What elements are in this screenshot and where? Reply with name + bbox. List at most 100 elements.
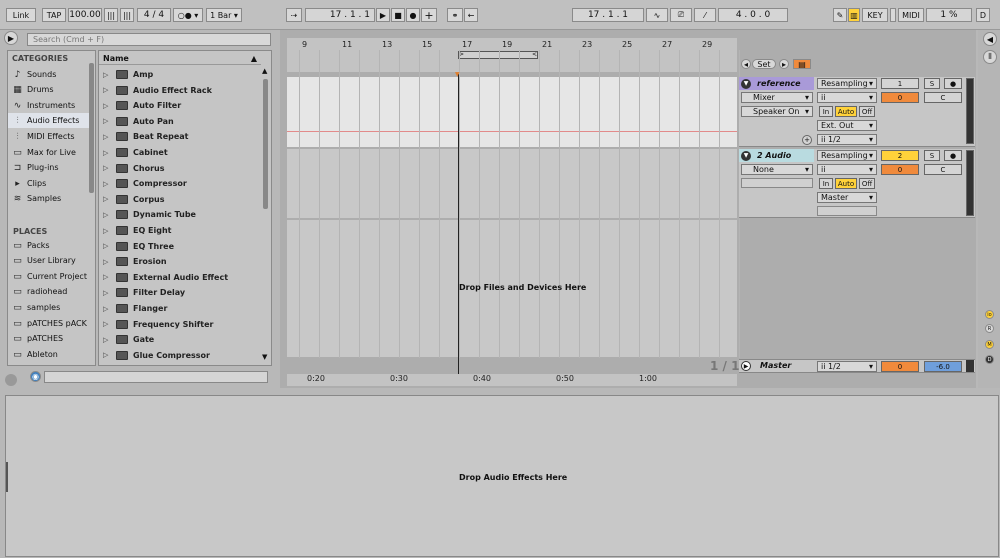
- monitor-routing-dropdown[interactable]: Mixer ▾: [741, 92, 813, 103]
- expand-icon[interactable]: ▷: [103, 86, 113, 94]
- track-title-bar[interactable]: ▼ 2 Audio: [739, 149, 814, 162]
- browser-item[interactable]: ▷ Erosion: [99, 254, 261, 269]
- name-column-header[interactable]: Name ▲: [99, 53, 261, 65]
- loop-brace[interactable]: > <: [458, 51, 538, 59]
- place-packs[interactable]: ▭ Packs: [8, 238, 92, 253]
- category-midi-effects[interactable]: ⫶ MIDI Effects: [8, 129, 92, 144]
- expand-icon[interactable]: ▷: [103, 305, 113, 313]
- fold-icon[interactable]: ▼: [741, 150, 751, 161]
- reference-track-lane[interactable]: [287, 77, 737, 147]
- position-field[interactable]: 17 . 1 . 1: [305, 8, 375, 22]
- prev-locator-icon[interactable]: ◂: [741, 59, 751, 69]
- category-drums[interactable]: ▦ Drums: [8, 82, 92, 97]
- beat-ruler[interactable]: 9 11 13 15 17 19 21 23 25 27 29 > <: [287, 38, 737, 72]
- delay-toggle-icon[interactable]: D: [985, 355, 994, 364]
- master-fold-icon[interactable]: ▶: [741, 361, 751, 371]
- monitor-off-button[interactable]: Off: [859, 178, 875, 189]
- quantize-dropdown[interactable]: 1 Bar ▾: [206, 8, 242, 22]
- monitor-auto-button[interactable]: Auto: [835, 178, 857, 189]
- follow-icon[interactable]: ⇢: [286, 8, 302, 22]
- browser-item[interactable]: ▷ Audio Effect Rack: [99, 83, 261, 98]
- browser-item[interactable]: ▷ Amp: [99, 67, 261, 82]
- browser-item[interactable]: ▷ Flanger: [99, 301, 261, 316]
- mixer-toggle-icon[interactable]: M: [985, 340, 994, 349]
- play-icon[interactable]: ▶: [376, 8, 390, 22]
- place-patches-pack[interactable]: ▭ pATCHES pACK: [8, 316, 92, 331]
- expand-icon[interactable]: ▷: [103, 117, 113, 125]
- return-toggle-icon[interactable]: R: [985, 324, 994, 333]
- expand-icon[interactable]: ▷: [103, 102, 113, 110]
- preview-icon[interactable]: ◉: [30, 371, 41, 382]
- browser-item[interactable]: ▷ Beat Repeat: [99, 129, 261, 144]
- stop-icon[interactable]: ■: [391, 8, 405, 22]
- volume-field[interactable]: 0: [881, 164, 919, 175]
- category-samples[interactable]: ≋ Samples: [8, 191, 92, 206]
- nudge-icon[interactable]: |||: [104, 8, 118, 22]
- solo-button[interactable]: S: [924, 78, 940, 89]
- device-view-handle[interactable]: [6, 462, 12, 492]
- track-title-bar[interactable]: ▼ reference: [739, 77, 814, 90]
- loop-start-field[interactable]: 17 . 1 . 1: [572, 8, 644, 22]
- browser-item[interactable]: ▷ Auto Pan: [99, 114, 261, 129]
- link-button[interactable]: Link: [6, 8, 36, 22]
- loop-length-field[interactable]: 4 . 0 . 0: [718, 8, 788, 22]
- browser-item[interactable]: ▷ Frequency Shifter: [99, 317, 261, 332]
- browser-item[interactable]: ▷ Gate: [99, 332, 261, 347]
- chooser-toggle-icon[interactable]: ◀: [983, 32, 997, 46]
- expand-icon[interactable]: ▷: [103, 227, 113, 235]
- meter-field[interactable]: 4 / 4: [137, 8, 171, 22]
- browser-item[interactable]: ▷ Dynamic Tube: [99, 207, 261, 222]
- browser-item[interactable]: ▷ External Audio Effect: [99, 270, 261, 285]
- punch-in-icon[interactable]: ∿: [646, 8, 668, 22]
- browser-item[interactable]: ▷ Corpus: [99, 192, 261, 207]
- computer-midi-keyboard-icon[interactable]: ▥: [848, 8, 860, 22]
- loop-icon[interactable]: ⎚: [670, 8, 692, 22]
- scroll-down-icon[interactable]: ▼: [262, 353, 267, 361]
- expand-icon[interactable]: ▷: [103, 71, 113, 79]
- expand-icon[interactable]: ▷: [103, 164, 113, 172]
- place-ableton[interactable]: ▭ Ableton: [8, 347, 92, 362]
- track-number-button[interactable]: 2: [881, 150, 919, 161]
- back-to-arrangement-icon[interactable]: ←: [464, 8, 478, 22]
- browser-item[interactable]: ▷ Filter Delay: [99, 285, 261, 300]
- categories-scrollbar[interactable]: [89, 63, 94, 193]
- monitor-in-button[interactable]: In: [819, 178, 833, 189]
- input-channel-dropdown[interactable]: ii ▾: [817, 92, 877, 103]
- track-number-button[interactable]: 1: [881, 78, 919, 89]
- expand-icon[interactable]: ▷: [103, 320, 113, 328]
- expand-icon[interactable]: ▷: [103, 351, 113, 359]
- expand-icon[interactable]: ▷: [103, 242, 113, 250]
- time-ruler[interactable]: 0:20 0:30 0:40 0:50 1:00: [287, 374, 737, 386]
- overdub-icon[interactable]: +: [421, 8, 437, 22]
- browser-item[interactable]: ▷ Cabinet: [99, 145, 261, 160]
- master-level-field[interactable]: -6.0: [924, 361, 962, 372]
- browser-toggle-icon[interactable]: ▶: [4, 31, 18, 45]
- midi-map-button[interactable]: MIDI: [898, 8, 924, 22]
- pan-field[interactable]: C: [924, 92, 962, 103]
- key-map-button[interactable]: KEY: [862, 8, 888, 22]
- expand-icon[interactable]: ▷: [103, 336, 113, 344]
- category-max-for-live[interactable]: ▭ Max for Live: [8, 145, 92, 160]
- io-toggle-icon[interactable]: io: [985, 310, 994, 319]
- next-locator-icon[interactable]: ▸: [779, 59, 789, 69]
- expand-icon[interactable]: ▷: [103, 180, 113, 188]
- monitor-routing-dropdown[interactable]: None ▾: [741, 164, 813, 175]
- expand-icon[interactable]: ▷: [103, 211, 113, 219]
- expand-icon[interactable]: ▷: [103, 273, 113, 281]
- output-channel-dropdown[interactable]: ii 1/2 ▾: [817, 134, 877, 145]
- search-input[interactable]: Search (Cmd + F): [27, 33, 271, 46]
- monitor-auto-button[interactable]: Auto: [835, 106, 857, 117]
- category-instruments[interactable]: ∿ Instruments: [8, 98, 92, 113]
- tempo-field[interactable]: 100.00: [68, 8, 102, 22]
- category-audio-effects[interactable]: ⫶ Audio Effects: [8, 113, 92, 128]
- record-icon[interactable]: ●: [406, 8, 420, 22]
- output-type-dropdown[interactable]: Master ▾: [817, 192, 877, 203]
- place-radiohead[interactable]: ▭ radiohead: [8, 284, 92, 299]
- punch-out-icon[interactable]: ⁄: [694, 8, 716, 22]
- input-channel-dropdown[interactable]: ii ▾: [817, 164, 877, 175]
- place-current-project[interactable]: ▭ Current Project: [8, 269, 92, 284]
- monitor-in-button[interactable]: In: [819, 106, 833, 117]
- browser-item[interactable]: ▷ EQ Eight: [99, 223, 261, 238]
- arrangement-toggle-icon[interactable]: ▤: [793, 59, 811, 69]
- expand-icon[interactable]: ▷: [103, 133, 113, 141]
